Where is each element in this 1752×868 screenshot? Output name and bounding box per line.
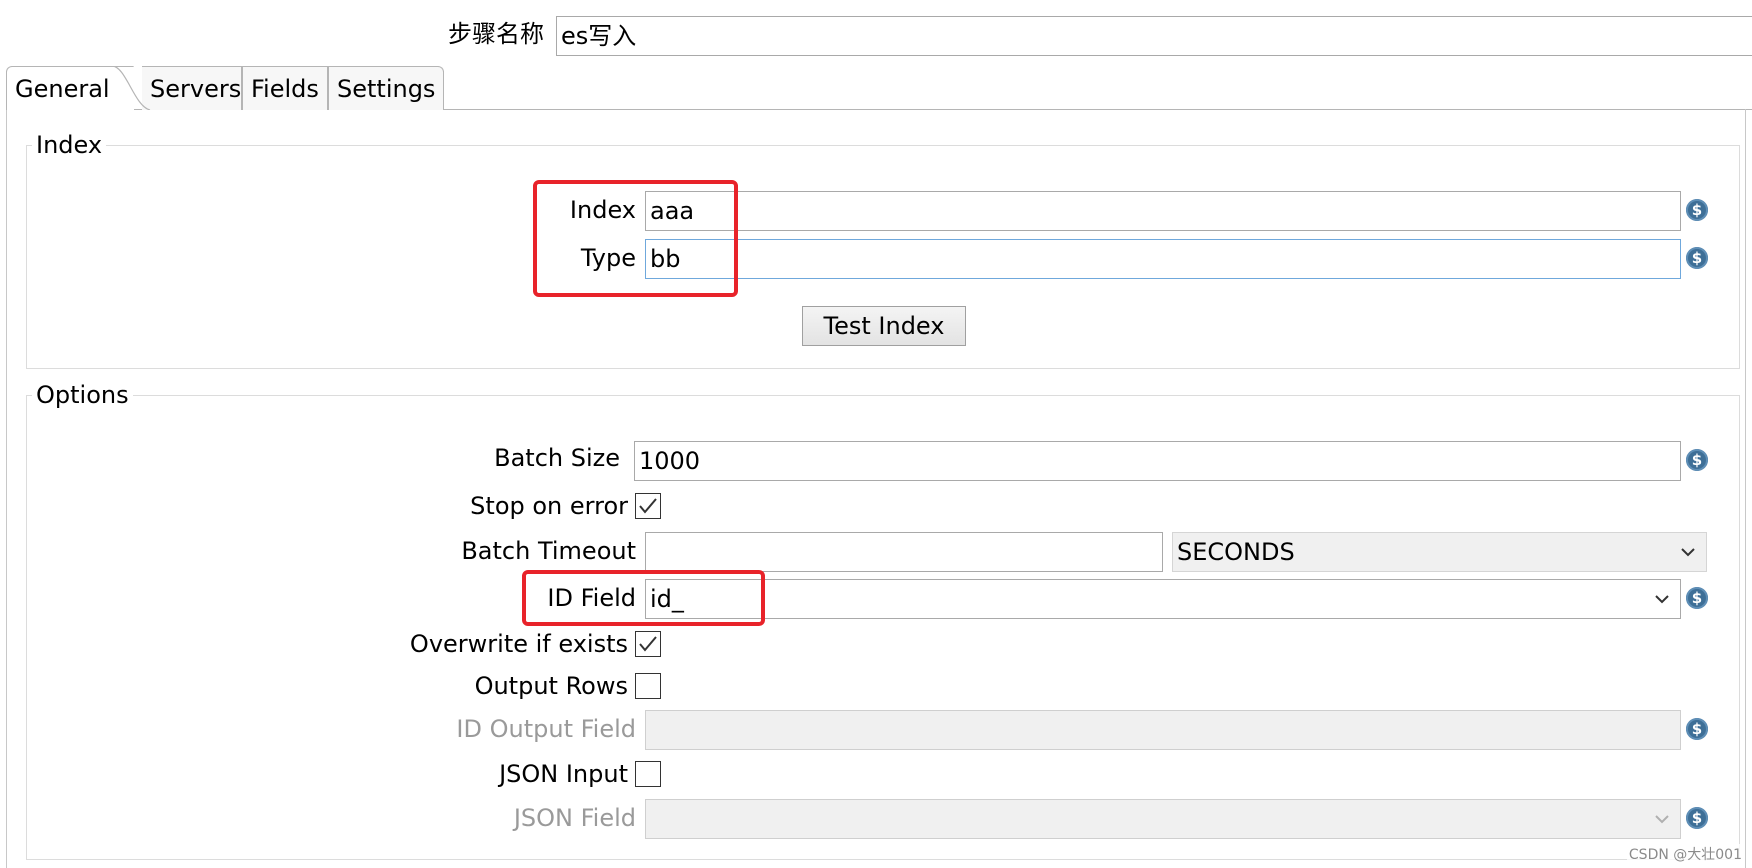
batch-timeout-label: Batch Timeout: [461, 537, 636, 565]
watermark: CSDN @大壮001: [1626, 844, 1744, 864]
batch-size-input[interactable]: 1000: [634, 441, 1681, 481]
batch-size-variable-icon[interactable]: $: [1686, 449, 1708, 471]
json-field-variable-icon[interactable]: $: [1686, 807, 1708, 829]
batch-timeout-unit-value: SECONDS: [1177, 538, 1295, 566]
json-input-checkbox[interactable]: [635, 761, 661, 787]
checkmark-icon: [639, 636, 657, 652]
output-rows-checkbox[interactable]: [635, 673, 661, 699]
tab-general-slope: [112, 66, 151, 110]
id-output-field-variable-icon[interactable]: $: [1686, 718, 1708, 740]
stop-on-error-checkbox[interactable]: [635, 493, 661, 519]
id-output-field-input[interactable]: [645, 710, 1681, 750]
tab-fields[interactable]: Fields: [242, 66, 328, 110]
chevron-down-icon: [1652, 580, 1672, 618]
test-index-button[interactable]: Test Index: [802, 306, 966, 346]
id-output-field-label: ID Output Field: [456, 715, 636, 743]
highlight-index-type: [533, 180, 738, 297]
json-field-label: JSON Field: [513, 804, 636, 832]
batch-timeout-input[interactable]: [645, 532, 1163, 572]
index-input[interactable]: aaa: [645, 191, 1681, 231]
type-input[interactable]: bb: [645, 239, 1681, 279]
batch-timeout-unit-select[interactable]: SECONDS: [1172, 532, 1707, 572]
overwrite-checkbox[interactable]: [635, 631, 661, 657]
json-input-label: JSON Input: [499, 760, 628, 788]
index-group-title: Index: [32, 130, 107, 160]
highlight-id-field: [522, 570, 765, 626]
chevron-down-icon: [1652, 800, 1672, 838]
checkmark-icon: [639, 498, 657, 514]
output-rows-label: Output Rows: [474, 672, 628, 700]
overwrite-label: Overwrite if exists: [409, 630, 628, 658]
step-name-input[interactable]: es写入: [556, 16, 1752, 56]
json-field-combo[interactable]: [645, 799, 1681, 839]
type-variable-icon[interactable]: $: [1686, 247, 1708, 269]
stop-on-error-label: Stop on error: [470, 492, 628, 520]
id-field-variable-icon[interactable]: $: [1686, 587, 1708, 609]
step-name-label: 步骤名称: [448, 20, 544, 48]
id-field-combo[interactable]: id_: [645, 579, 1681, 619]
chevron-down-icon: [1678, 533, 1698, 571]
tab-settings[interactable]: Settings: [328, 66, 444, 110]
batch-size-label: Batch Size: [494, 444, 620, 472]
index-variable-icon[interactable]: $: [1686, 199, 1708, 221]
options-group-title: Options: [32, 380, 133, 410]
tab-servers[interactable]: Servers: [142, 66, 242, 110]
